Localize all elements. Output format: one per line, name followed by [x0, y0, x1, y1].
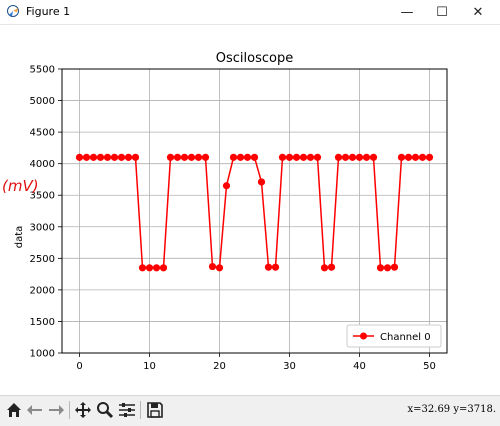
forward-arrow-icon: [49, 405, 64, 415]
data-point: [166, 153, 175, 161]
data-point: [222, 182, 231, 190]
data-point: [390, 263, 399, 271]
handwritten-unit-annotation: (mV): [2, 177, 39, 195]
data-point: [131, 153, 140, 161]
data-point: [397, 153, 406, 161]
figure-canvas[interactable]: 0 10 20 30 40 50 1000 1500 2000 2500 3000 3500 4000 4…: [0, 25, 500, 395]
back-button[interactable]: [25, 400, 45, 420]
data-point: [425, 153, 434, 161]
data-point: [180, 153, 189, 161]
y-tick-label: 5000: [30, 96, 55, 107]
forward-button[interactable]: [46, 400, 66, 420]
y-tick-label: 4500: [30, 128, 55, 139]
data-point: [383, 264, 392, 272]
zoom-button[interactable]: [95, 400, 115, 420]
y-tick-label: 1000: [30, 349, 55, 360]
data-point: [404, 153, 413, 161]
x-tick-label: 50: [423, 361, 436, 372]
x-tick-label: 30: [283, 361, 296, 372]
window-titlebar: Figure 1 — ☐ ✕: [0, 0, 500, 25]
data-point: [187, 153, 196, 161]
y-tick-label: 2500: [30, 254, 55, 265]
x-tick-label: 20: [213, 361, 226, 372]
data-point: [369, 153, 378, 161]
data-point: [411, 153, 420, 161]
data-point: [257, 178, 266, 186]
data-point: [271, 263, 280, 271]
zoom-icon: [97, 402, 114, 419]
data-point: [418, 153, 427, 161]
data-point: [152, 264, 161, 272]
data-point: [96, 153, 105, 161]
x-tick-label: 0: [76, 361, 82, 372]
data-point: [89, 153, 98, 161]
data-point: [243, 153, 252, 161]
legend-marker: [360, 332, 367, 340]
data-point: [299, 153, 308, 161]
y-tick-label: 1500: [30, 317, 55, 328]
home-button[interactable]: [4, 400, 24, 420]
data-point: [145, 264, 154, 272]
data-point: [208, 262, 217, 271]
maximize-button[interactable]: ☐: [425, 0, 459, 24]
x-tick-label: 10: [143, 361, 156, 372]
data-point: [327, 263, 336, 271]
home-icon: [7, 403, 21, 417]
data-point: [306, 153, 315, 161]
legend: Channel 0: [346, 324, 442, 348]
configure-subplots-icon: [119, 403, 135, 417]
y-axis-label: data: [14, 226, 25, 249]
y-tick-label: 5500: [30, 65, 55, 76]
save-button[interactable]: [145, 400, 165, 420]
pan-button[interactable]: [73, 400, 93, 420]
data-point: [355, 153, 364, 161]
data-point: [215, 264, 224, 272]
data-point: [348, 153, 357, 161]
data-point: [264, 263, 273, 271]
data-point: [138, 264, 147, 272]
oscilloscope-chart: 0 10 20 30 40 5010001500200025003000350040004…: [2, 51, 448, 372]
data-point: [285, 153, 294, 161]
cursor-coordinates: x=32.69 y=3718.: [407, 404, 496, 415]
data-point: [194, 153, 203, 161]
data-point: [173, 153, 182, 161]
data-point: [75, 153, 84, 161]
back-arrow-icon: [27, 405, 42, 415]
configure-subplots-button[interactable]: [117, 400, 137, 420]
data-point: [278, 153, 287, 161]
data-point: [313, 153, 322, 161]
y-tick-label: 2000: [30, 285, 55, 296]
pan-icon: [75, 402, 91, 418]
matplotlib-app-icon: [7, 5, 19, 17]
axes-background: [62, 69, 447, 353]
data-point: [103, 153, 112, 161]
toolbar-separator: [140, 401, 141, 419]
chart-title: Osciloscope: [216, 51, 293, 66]
data-point: [250, 153, 259, 161]
data-point: [124, 153, 133, 161]
data-point: [376, 264, 385, 272]
save-icon: [147, 402, 163, 418]
y-tick-label: 4000: [30, 159, 55, 170]
data-point: [82, 153, 91, 161]
data-point: [159, 264, 168, 272]
data-point: [236, 153, 245, 161]
data-point: [362, 153, 371, 161]
minimize-button[interactable]: —: [390, 0, 424, 24]
data-point: [334, 153, 343, 161]
window-title: Figure 1: [26, 5, 71, 18]
legend-label: Channel 0: [380, 332, 431, 343]
y-tick-label: 3000: [30, 222, 55, 233]
data-point: [201, 153, 210, 161]
navigation-toolbar: x=32.69 y=3718.: [0, 395, 500, 426]
data-point: [320, 264, 329, 272]
toolbar-separator: [69, 401, 70, 419]
data-point: [229, 153, 238, 161]
data-point: [110, 153, 119, 161]
x-tick-label: 40: [353, 361, 366, 372]
close-button[interactable]: ✕: [461, 0, 495, 24]
data-point: [292, 153, 301, 161]
data-point: [341, 153, 350, 161]
data-point: [117, 153, 126, 161]
